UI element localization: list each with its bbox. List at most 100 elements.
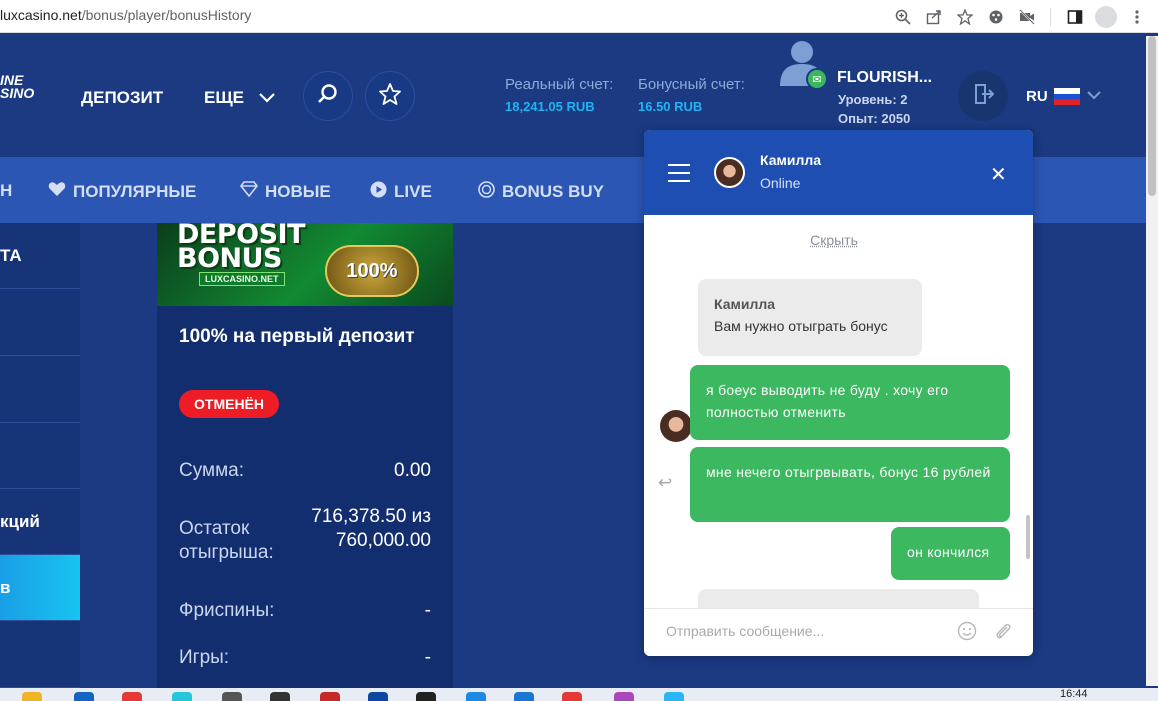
favorites-button[interactable] (365, 71, 415, 121)
profile-icon[interactable] (1094, 5, 1117, 28)
user-level: Уровень: 2 (838, 92, 908, 107)
os-taskbar: 16:44 (0, 688, 1158, 701)
language-selector[interactable]: RU (1026, 88, 1102, 106)
games-label: Игры: (179, 647, 230, 668)
bonus-banner: DEPOSIT BONUS LUXCASINO.NET 100% (157, 223, 453, 306)
logout-button[interactable] (958, 71, 1008, 121)
menu-dots-icon[interactable] (1125, 5, 1148, 28)
address-bar[interactable]: luxcasino.net/bonus/player/bonusHistory (0, 7, 251, 23)
slot-machine-image: 100% (325, 245, 419, 297)
russia-flag-icon (1053, 88, 1080, 106)
side-panel-icon[interactable] (1063, 5, 1086, 28)
heart-icon (48, 181, 66, 202)
taskbar-app-icon[interactable] (172, 692, 192, 701)
category-cut-off[interactable]: Н (0, 181, 12, 201)
chat-header: Камилла Online ✕ (644, 130, 1033, 215)
sidebar-item[interactable]: ТА (0, 223, 80, 289)
banner-line-2: BONUS (177, 243, 283, 274)
agent-avatar (714, 157, 745, 188)
sidebar-item[interactable] (0, 290, 80, 356)
category-live[interactable]: LIVE (370, 181, 432, 203)
taskbar-app-icon[interactable] (222, 692, 242, 701)
hamburger-menu-icon[interactable] (668, 164, 690, 188)
share-icon[interactable] (922, 5, 945, 28)
category-label: ПОПУЛЯРНЫЕ (73, 181, 197, 201)
taskbar-app-icon[interactable] (514, 692, 534, 701)
category-label: BONUS BUY (502, 182, 605, 201)
language-code: RU (1026, 88, 1048, 105)
taskbar-app-icon[interactable] (320, 692, 340, 701)
wager-remaining-label: Остаток отыгрыша: (179, 518, 274, 563)
mail-icon[interactable]: ✉ (806, 68, 828, 90)
zoom-icon[interactable] (891, 5, 914, 28)
coin-icon (478, 181, 495, 203)
search-button[interactable] (303, 71, 353, 121)
deposit-link[interactable]: ДЕПОЗИТ (81, 88, 163, 108)
taskbar-clock[interactable]: 16:44 (1060, 688, 1088, 700)
toolbar-divider (1050, 7, 1051, 26)
message-sender: Камилла (714, 296, 776, 312)
amount-label: Сумма: (179, 460, 244, 481)
play-icon (370, 181, 387, 203)
taskbar-app-icon[interactable] (466, 692, 486, 701)
sidebar-item[interactable] (0, 357, 80, 423)
message-text: он кончился (907, 544, 990, 560)
message-text: Вам нужно отыграть бонус (714, 318, 888, 334)
sidebar-item-active[interactable]: в (0, 555, 80, 621)
chrome-icon[interactable] (562, 692, 582, 701)
sidebar-item[interactable] (0, 621, 80, 688)
sidebar-item[interactable] (0, 423, 80, 489)
username[interactable]: FLOURISH... (837, 69, 932, 87)
logo-line-2: SINO (0, 85, 35, 101)
reply-icon[interactable]: ↩ (658, 473, 672, 493)
real-account-amount: 18,241.05 RUB (505, 99, 595, 114)
category-label: LIVE (394, 182, 432, 201)
message-agent: Камилла Вам нужно отыграть бонус (698, 279, 922, 356)
url-host: luxcasino.net (0, 7, 82, 23)
browser-toolbar: luxcasino.net/bonus/player/bonusHistory (0, 0, 1158, 33)
bonus-account: Бонусный счет: 16.50 RUB (638, 76, 745, 114)
amount-value: 0.00 (394, 460, 431, 481)
taskbar-app-icon[interactable] (416, 692, 436, 701)
banner-title: DEPOSIT BONUS (177, 223, 306, 274)
real-account: Реальный счет: 18,241.05 RUB (505, 76, 613, 114)
category-popular[interactable]: ПОПУЛЯРНЫЕ (48, 181, 196, 202)
emoji-icon[interactable] (957, 621, 977, 647)
category-bonus-buy[interactable]: BONUS BUY (478, 181, 604, 203)
message-user: мне нечего отыгрвывать, бонус 16 рублей (690, 447, 1010, 522)
file-explorer-icon[interactable] (22, 692, 42, 701)
chat-input-bar (644, 608, 1033, 656)
sidebar-item[interactable]: кций (0, 489, 80, 555)
bookmark-star-icon[interactable] (953, 5, 976, 28)
taskbar-app-icon[interactable] (664, 692, 684, 701)
chat-scrollbar[interactable] (1026, 515, 1030, 559)
freespins-label: Фриспины: (179, 600, 275, 621)
site-logo[interactable]: INE SINO (0, 73, 35, 101)
wager-remaining-value: 716,378.50 из 760,000.00 (311, 506, 431, 551)
taskbar-app-icon[interactable] (614, 692, 634, 701)
page-scrollbar[interactable] (1146, 36, 1158, 686)
agent-status: Online (760, 175, 801, 191)
taskbar-app-icon[interactable] (368, 692, 388, 701)
hide-link[interactable]: Скрыть (644, 232, 1024, 248)
star-icon (378, 82, 402, 111)
more-menu[interactable]: ЕЩЕ (204, 88, 276, 108)
taskbar-app-icon[interactable] (74, 692, 94, 701)
scrollbar-thumb[interactable] (1148, 36, 1156, 196)
extension-icon[interactable] (984, 5, 1007, 28)
attachment-icon[interactable] (993, 621, 1013, 647)
account-sidebar: ТА кций в (0, 223, 80, 688)
message-input[interactable] (666, 623, 946, 639)
more-label: ЕЩЕ (204, 88, 245, 107)
support-chat-window: Камилла Online ✕ Скрыть Камилла Вам нужн… (644, 130, 1033, 656)
category-label: Н (0, 181, 13, 200)
bonus-card: DEPOSIT BONUS LUXCASINO.NET 100% 100% на… (157, 223, 453, 688)
category-new[interactable]: НОВЫЕ (239, 181, 331, 202)
message-text: я боеус выводить не буду . хочу его полн… (706, 382, 949, 420)
taskbar-app-icon[interactable] (270, 692, 290, 701)
camera-off-icon[interactable] (1015, 5, 1038, 28)
taskbar-app-icon[interactable] (122, 692, 142, 701)
close-icon[interactable]: ✕ (990, 162, 1007, 187)
bonus-account-label: Бонусный счет: (638, 76, 745, 93)
chevron-down-icon (258, 88, 276, 108)
